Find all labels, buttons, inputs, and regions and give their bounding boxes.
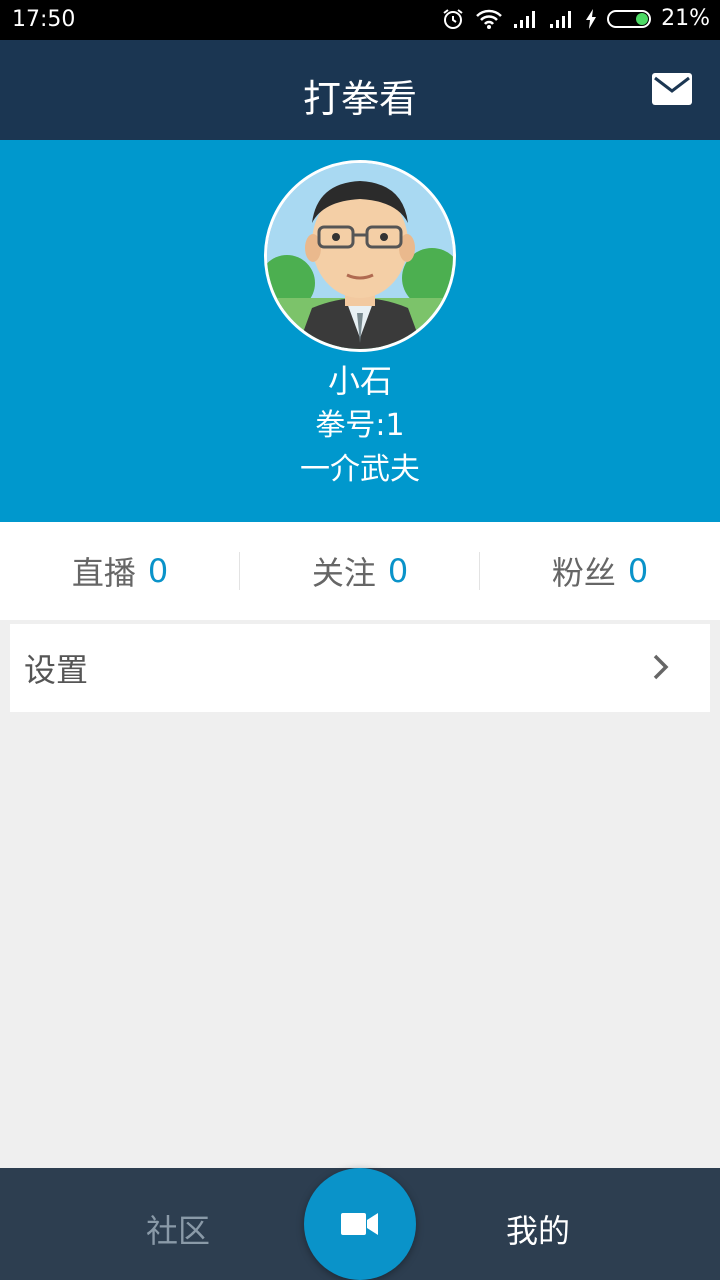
- stat-value: 0: [627, 552, 649, 590]
- stat-value: 0: [387, 552, 409, 590]
- video-camera-icon: [341, 1213, 378, 1235]
- stat-value: 0: [147, 552, 169, 590]
- profile-header: 小石 拳号:1 一介武夫: [0, 140, 720, 522]
- user-id: 拳号:1: [315, 408, 405, 443]
- user-name: 小石: [327, 362, 392, 400]
- user-bio: 一介武夫: [300, 452, 420, 487]
- bottom-tab-bar: 社区 我的: [0, 1168, 720, 1280]
- tab-community[interactable]: 社区: [146, 1206, 210, 1252]
- stat-label: 直播: [71, 554, 136, 592]
- avatar[interactable]: [264, 160, 456, 352]
- stat-label: 关注: [311, 554, 376, 592]
- battery-icon: [607, 9, 652, 28]
- app-header: 打拳看: [0, 40, 720, 140]
- status-time: 17:50: [12, 7, 76, 32]
- record-button[interactable]: [304, 1168, 416, 1280]
- stat-label: 粉丝: [551, 554, 616, 592]
- stat-fans[interactable]: 粉丝 0: [480, 522, 720, 620]
- page-title: 打拳看: [302, 77, 417, 121]
- charging-icon: [586, 8, 597, 29]
- settings-label: 设置: [24, 651, 89, 689]
- mail-icon[interactable]: [652, 73, 692, 105]
- signal-icon: [514, 10, 536, 28]
- stat-following[interactable]: 关注 0: [240, 522, 480, 620]
- tab-mine[interactable]: 我的: [506, 1206, 570, 1252]
- stats-row: 直播 0 关注 0 粉丝 0: [0, 522, 720, 620]
- status-icons: 21%: [441, 6, 710, 31]
- battery-percent: 21%: [661, 6, 710, 31]
- wifi-icon: [476, 9, 502, 29]
- chevron-right-icon: [653, 654, 669, 680]
- stat-live[interactable]: 直播 0: [0, 522, 240, 620]
- status-bar: 17:50 21%: [0, 0, 720, 40]
- alarm-icon: [443, 8, 463, 29]
- settings-item[interactable]: 设置: [10, 624, 710, 712]
- signal-icon: [550, 10, 572, 28]
- avatar-image: [267, 163, 453, 349]
